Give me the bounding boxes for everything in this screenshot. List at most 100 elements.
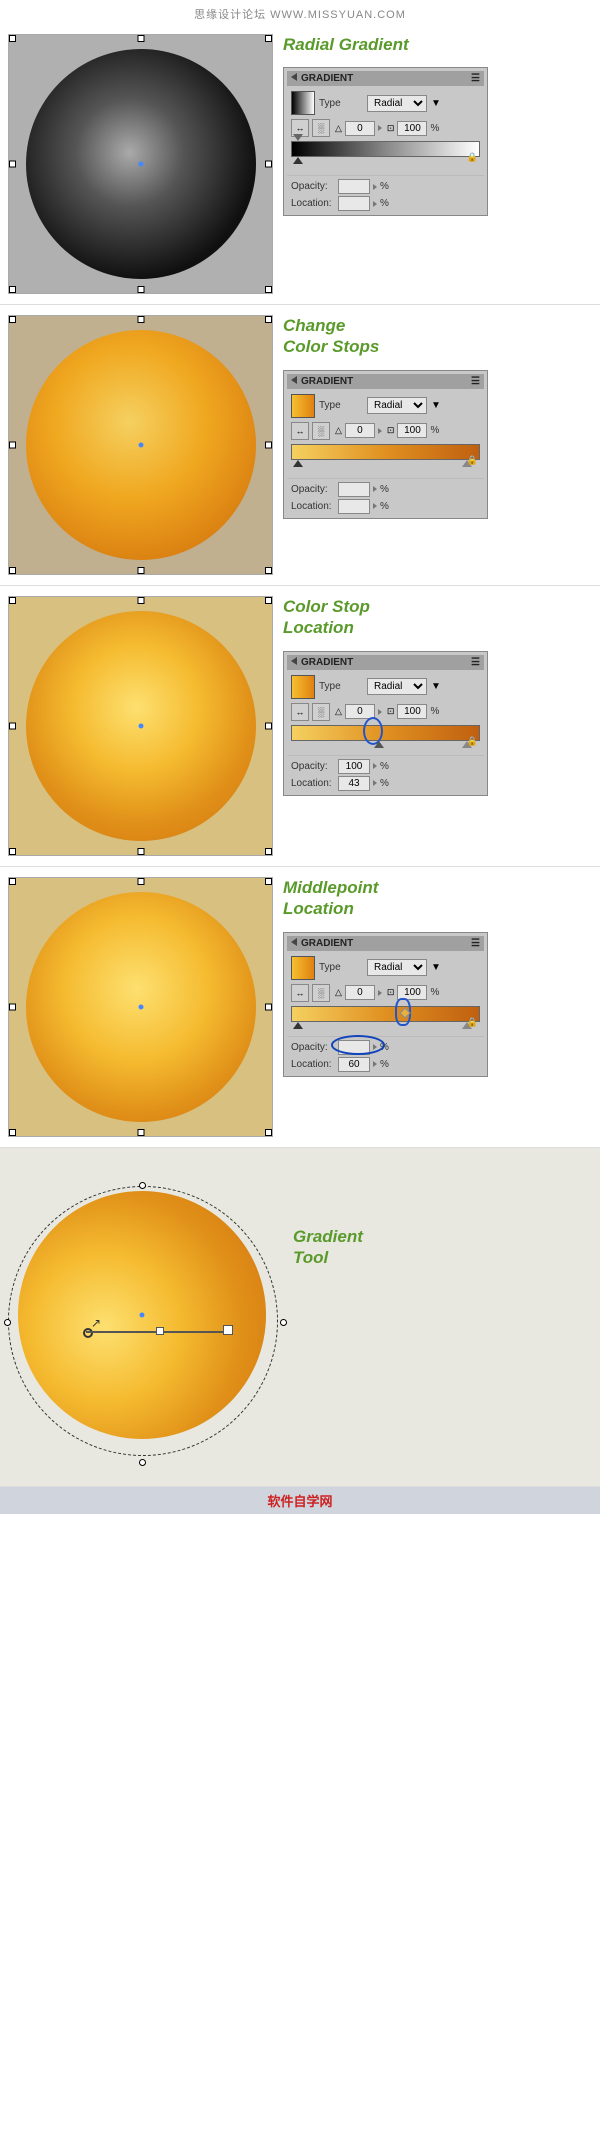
scale-input-4[interactable] [397,985,427,1000]
gradient-swatch-2[interactable] [291,394,315,418]
gradient-bar-3[interactable] [291,725,480,741]
handle5-bottom[interactable] [139,1459,146,1466]
handle3-mr[interactable] [265,723,272,730]
handle-mr[interactable] [265,161,272,168]
handle4-mr[interactable] [265,1004,272,1011]
handle2-ml[interactable] [9,442,16,449]
handle-tl[interactable] [9,35,16,42]
type-row-4: Type Radial ▼ [287,954,484,982]
type-select-1[interactable]: Radial Linear [367,95,427,112]
handle5-right[interactable] [280,1319,287,1326]
handle4-ml[interactable] [9,1004,16,1011]
stop-top-1[interactable] [293,134,303,141]
angle-input-3[interactable] [345,704,375,719]
grad-bar-container-2: 🔒 [291,444,480,460]
handle3-tl[interactable] [9,597,16,604]
grad-tool-end-5[interactable] [223,1325,233,1335]
opacity-input-3[interactable]: 100 [338,759,370,774]
location-pct-3: % [380,778,389,789]
stop-bottom-sel-3[interactable] [374,741,384,748]
handle-bl[interactable] [9,286,16,293]
location-pct-1: % [380,198,389,209]
location-label-2: Location: [291,501,335,512]
opacity-row-2: Opacity: % [287,481,484,498]
type-select-2[interactable]: Radial [367,397,427,414]
reverse-btn-3[interactable]: ↔ [291,703,309,721]
handle3-tr[interactable] [265,597,272,604]
opacity-input-2[interactable] [338,482,370,497]
center-dot-5 [140,1313,145,1318]
dither-btn-3[interactable]: ░ [312,703,330,721]
reverse-btn-4[interactable]: ↔ [291,984,309,1002]
location-input-2[interactable] [338,499,370,514]
opacity-label-4: Opacity: [291,1042,335,1053]
angle-input-1[interactable]: 0 [345,121,375,136]
type-select-3[interactable]: Radial [367,678,427,695]
type-select-4[interactable]: Radial [367,959,427,976]
opacity-pct-3: % [380,761,389,772]
scale-input-2[interactable] [397,423,427,438]
panel-menu-icon-1[interactable]: ☰ [471,73,480,84]
handle-tr[interactable] [265,35,272,42]
handle2-bl[interactable] [9,567,16,574]
gradient-swatch-3[interactable] [291,675,315,699]
handle4-tm[interactable] [137,878,144,885]
handle2-br[interactable] [265,567,272,574]
handle4-br[interactable] [265,1129,272,1136]
canvas-1 [8,34,273,294]
gradient-swatch-4[interactable] [291,956,315,980]
handle2-tl[interactable] [9,316,16,323]
dither-btn-1[interactable]: ░ [312,119,330,137]
handle4-tr[interactable] [265,878,272,885]
handle4-bl[interactable] [9,1129,16,1136]
handle5-left[interactable] [4,1319,11,1326]
handle3-tm[interactable] [137,597,144,604]
handle-bm[interactable] [137,286,144,293]
panel-menu-icon-3[interactable]: ☰ [471,657,480,668]
angle-input-4[interactable] [345,985,375,1000]
location-arrow-2 [373,503,377,509]
panel-header-3: GRADIENT ☰ [287,655,484,670]
stop-left-4[interactable] [293,1022,303,1029]
handle2-mr[interactable] [265,442,272,449]
handle4-bm[interactable] [137,1129,144,1136]
handle-ml[interactable] [9,161,16,168]
dither-btn-2[interactable]: ░ [312,422,330,440]
handle-br[interactable] [265,286,272,293]
panel-menu-icon-2[interactable]: ☰ [471,376,480,387]
gradient-bar-1[interactable] [291,141,480,157]
handle-tm[interactable] [137,35,144,42]
handle2-bm[interactable] [137,567,144,574]
panel-menu-icon-4[interactable]: ☰ [471,938,480,949]
opacity-input-4[interactable] [338,1040,370,1055]
gradient-bar-4[interactable] [291,1006,480,1022]
handle5-top[interactable] [139,1182,146,1189]
opacity-input-1[interactable] [338,179,370,194]
angle-input-2[interactable] [345,423,375,438]
handle4-tl[interactable] [9,878,16,885]
location-input-1[interactable] [338,196,370,211]
center-dot-1 [138,162,143,167]
reverse-btn-2[interactable]: ↔ [291,422,309,440]
handle3-br[interactable] [265,848,272,855]
scale-input-1[interactable]: 100 [397,121,427,136]
location-input-4[interactable]: 60 [338,1057,370,1072]
handle3-bl[interactable] [9,848,16,855]
circle-bw [26,49,256,279]
gradient-swatch-1[interactable] [291,91,315,115]
location-input-3[interactable]: 43 [338,776,370,791]
handle2-tm[interactable] [137,316,144,323]
handle2-tr[interactable] [265,316,272,323]
stop-bottom-left-1[interactable] [293,157,303,164]
grad-tool-mid-5[interactable] [156,1327,164,1335]
gradient-bar-2[interactable] [291,444,480,460]
canvas-4 [8,877,273,1137]
angle-arrow-2 [378,428,382,434]
type-arrow-4: ▼ [431,962,441,973]
stop-bottom-left-2[interactable] [293,460,303,467]
handle3-ml[interactable] [9,723,16,730]
dither-btn-4[interactable]: ░ [312,984,330,1002]
canvas-3 [8,596,273,856]
scale-input-3[interactable] [397,704,427,719]
handle3-bm[interactable] [137,848,144,855]
